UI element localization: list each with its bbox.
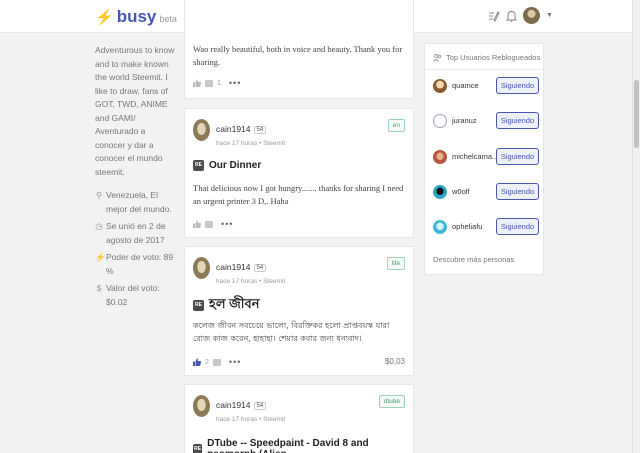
more-options-icon[interactable]: •••	[221, 219, 233, 229]
chevron-down-icon[interactable]: ▼	[546, 12, 553, 19]
like-icon[interactable]	[193, 79, 201, 87]
user-row: quamce Siguiendo	[433, 77, 539, 94]
user-row: michelcama... Siguiendo	[433, 148, 539, 165]
location-text: Venezuela, El mejor del mundo.	[106, 190, 172, 214]
following-button[interactable]: Siguiendo	[496, 112, 539, 129]
comment-icon[interactable]	[205, 220, 213, 228]
users-icon	[433, 53, 442, 62]
beta-badge: beta	[159, 14, 177, 24]
profile-bio: Adventurous to know and to make known th…	[95, 45, 175, 177]
bolt-icon: ⚡	[95, 252, 106, 262]
user-avatar[interactable]	[433, 219, 447, 234]
post-title[interactable]: Our Dinner	[209, 160, 261, 171]
feed-card: cain1914 54 hace 17 horas • Steemit dtube…	[184, 384, 414, 453]
comment-icon[interactable]	[205, 79, 213, 87]
user-avatar[interactable]	[433, 78, 447, 93]
busy-logo[interactable]: ⚡ busy beta	[95, 7, 177, 27]
user-avatar[interactable]	[523, 7, 540, 24]
post-app: Steemit	[263, 140, 286, 147]
tag-badge[interactable]: dtube	[378, 395, 405, 408]
user-name[interactable]: w0olf	[452, 187, 496, 196]
top-reblogged-users-widget: Top Usuarios Reblogueados quamce Siguien…	[424, 43, 544, 275]
following-button[interactable]: Siguiendo	[496, 183, 539, 200]
post-body[interactable]: কলেজ জীবন সবচেয়ে ভালো, বিরক্তিকর হলো প্…	[193, 319, 407, 345]
scrollbar-thumb[interactable]	[634, 80, 639, 148]
feed-card: cain1914 54 hace 17 horas • Steemit en RE…	[184, 108, 414, 238]
bell-icon[interactable]	[506, 10, 517, 22]
profile-location: ⚲ Venezuela, El mejor del mundo.	[95, 189, 177, 216]
user-name[interactable]: quamce	[452, 81, 496, 90]
user-row: w0olf Siguiendo	[433, 183, 539, 200]
tag-badge[interactable]: life	[386, 257, 405, 270]
payout-value[interactable]: $0,03	[385, 357, 405, 366]
reputation-badge: 54	[253, 402, 267, 410]
reputation-badge: 54	[253, 126, 267, 134]
comment-icon[interactable]	[212, 358, 221, 366]
user-avatar[interactable]	[433, 149, 447, 164]
post-body[interactable]: Wao really beautiful, both in voice and …	[193, 43, 407, 69]
divider	[425, 69, 543, 70]
feed-card: cain1914 54 hace 17 horas • Steemit life …	[184, 246, 414, 376]
vote-value-text: Valor del voto: $0.02	[106, 283, 160, 307]
post-title[interactable]: হল জীবন	[209, 295, 259, 316]
feed-card: Wao really beautiful, both in voice and …	[184, 0, 414, 99]
tag-badge[interactable]: en	[387, 119, 405, 132]
post-title[interactable]: DTube -- Speedpaint - David 8 and neomor…	[207, 438, 413, 453]
more-options-icon[interactable]: •••	[229, 78, 241, 88]
user-avatar[interactable]	[433, 113, 447, 128]
bolt-icon: ⚡	[95, 9, 114, 26]
dollar-icon: $	[96, 283, 102, 293]
author-name[interactable]: cain1914	[216, 124, 251, 134]
scrollbar[interactable]	[632, 0, 640, 453]
widget-title: Top Usuarios Reblogueados	[446, 53, 541, 62]
reblog-icon: RE	[193, 443, 203, 453]
profile-voting-power: ⚡ Poder de voto: 89 %	[95, 251, 177, 278]
joined-text: Se unió en 2 de agosto de 2017	[106, 221, 166, 245]
post-app: Steemit	[263, 416, 286, 423]
profile-vote-value: $ Valor del voto: $0.02	[95, 282, 177, 309]
reblog-icon: RE	[193, 160, 204, 171]
location-pin-icon: ⚲	[95, 190, 103, 200]
logo-text: busy	[116, 7, 157, 26]
following-button[interactable]: Siguiendo	[496, 77, 539, 94]
clock-icon: ◷	[95, 221, 103, 231]
author-avatar[interactable]	[193, 119, 210, 141]
profile-joined: ◷ Se unió en 2 de agosto de 2017	[95, 220, 177, 247]
following-button[interactable]: Siguiendo	[496, 148, 539, 165]
post-time[interactable]: hace 17 horas	[216, 416, 257, 423]
write-icon[interactable]	[488, 10, 500, 22]
user-row: opheliafu Siguiendo	[433, 218, 539, 235]
voting-power-text: Poder de voto: 89 %	[106, 252, 174, 276]
like-icon[interactable]	[193, 220, 201, 228]
reblog-icon: RE	[193, 300, 204, 311]
post-app: Steemit	[263, 278, 286, 285]
like-icon[interactable]	[193, 358, 201, 366]
user-name[interactable]: opheliafu	[452, 222, 496, 231]
author-avatar[interactable]	[193, 395, 210, 417]
post-time[interactable]: hace 17 horas	[216, 140, 257, 147]
user-row: juranuz Siguiendo	[433, 112, 539, 129]
following-button[interactable]: Siguiendo	[496, 218, 539, 235]
vote-count: 2	[205, 358, 209, 366]
user-name[interactable]: juranuz	[452, 116, 496, 125]
author-name[interactable]: cain1914	[216, 262, 251, 272]
more-options-icon[interactable]: •••	[229, 357, 241, 367]
post-body[interactable]: That delicious now I got hungry....... t…	[193, 182, 407, 208]
user-avatar[interactable]	[433, 184, 447, 199]
vote-count: 1	[217, 79, 221, 87]
profile-info: Adventurous to know and to make known th…	[95, 44, 177, 313]
user-name[interactable]: michelcama...	[452, 152, 496, 161]
discover-more-link[interactable]: Descubre más personas	[433, 255, 514, 264]
reputation-badge: 54	[253, 264, 267, 272]
author-name[interactable]: cain1914	[216, 400, 251, 410]
author-avatar[interactable]	[193, 257, 210, 279]
post-time[interactable]: hace 17 horas	[216, 278, 257, 285]
